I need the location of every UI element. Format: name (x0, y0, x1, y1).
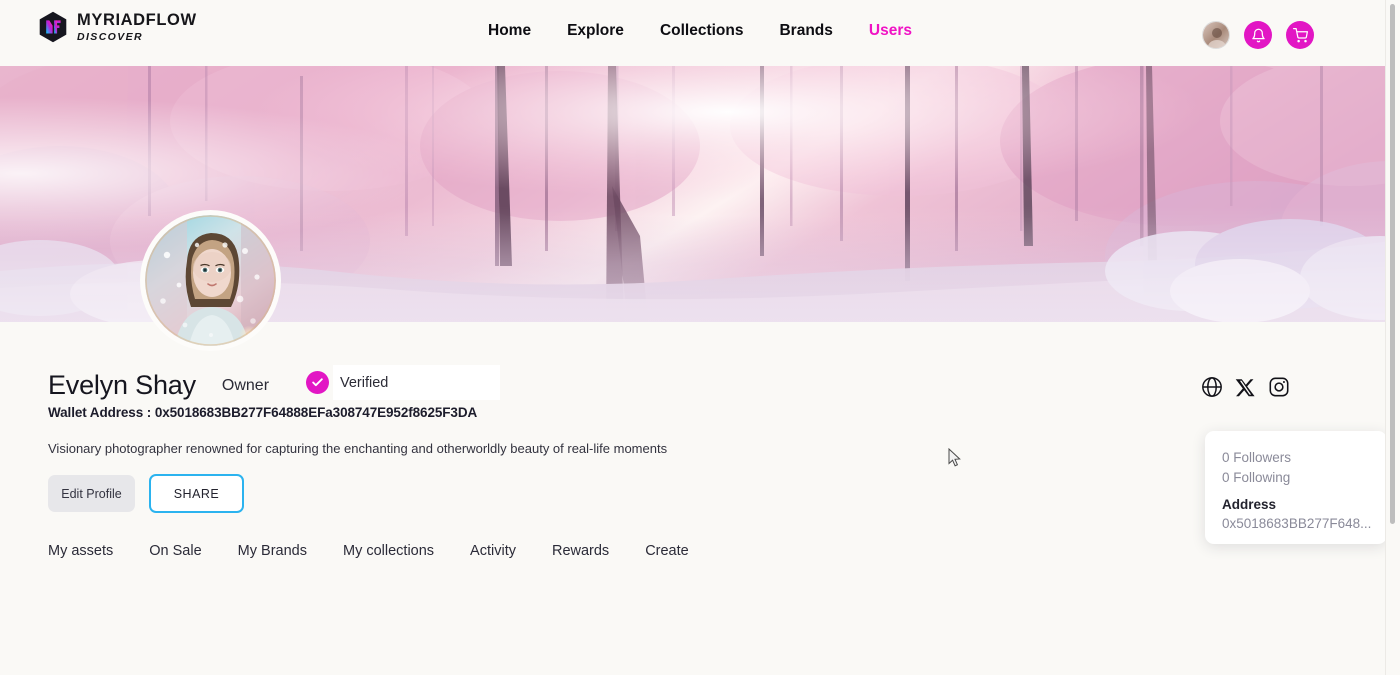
bell-icon (1251, 28, 1265, 42)
profile-role: Owner (221, 376, 270, 394)
tab-my-brands[interactable]: My Brands (238, 543, 307, 559)
instagram-icon[interactable] (1268, 376, 1290, 398)
mouse-cursor (948, 448, 961, 467)
profile-tabs: My assets On Sale My Brands My collectio… (48, 543, 689, 559)
x-twitter-icon[interactable] (1235, 377, 1256, 398)
tab-my-collections[interactable]: My collections (343, 543, 434, 559)
profile-avatar[interactable] (140, 210, 281, 351)
following-count: 0 Following (1222, 470, 1291, 485)
edit-profile-button[interactable]: Edit Profile (48, 475, 135, 512)
nav-item-explore[interactable]: Explore (567, 22, 624, 40)
cart-button[interactable] (1286, 21, 1314, 49)
check-icon (312, 378, 323, 387)
nav-item-users[interactable]: Users (869, 22, 912, 40)
tab-activity[interactable]: Activity (470, 543, 516, 559)
social-links (1201, 376, 1290, 398)
tab-create[interactable]: Create (645, 543, 689, 559)
page-scrollbar-thumb[interactable] (1390, 4, 1395, 524)
header-avatar[interactable] (1202, 21, 1230, 49)
nav-item-collections[interactable]: Collections (660, 22, 744, 40)
header-actions (1202, 21, 1314, 49)
evelyn-shay-portrait-image (145, 215, 276, 346)
tab-my-assets[interactable]: My assets (48, 543, 113, 559)
tab-rewards[interactable]: Rewards (552, 543, 609, 559)
cart-icon (1292, 27, 1308, 42)
address-value[interactable]: 0x5018683BB277F648... (1222, 514, 1387, 534)
followers-count: 0 Followers (1222, 450, 1292, 465)
verified-check-icon (306, 371, 329, 394)
site-header: MYRIADFLOW DISCOVER Home Explore Collect… (0, 0, 1400, 66)
verified-label: Verified (340, 374, 389, 391)
address-label: Address (1222, 497, 1277, 512)
tab-on-sale[interactable]: On Sale (149, 543, 201, 559)
profile-name-row: Evelyn Shay Owner (48, 370, 269, 401)
notifications-button[interactable] (1244, 21, 1272, 49)
avatar-image (1203, 22, 1229, 48)
nav-item-home[interactable]: Home (488, 22, 531, 40)
main-navigation: Home Explore Collections Brands Users (0, 22, 1400, 40)
profile-display-name: Evelyn Shay (48, 370, 196, 400)
nav-item-brands[interactable]: Brands (779, 22, 832, 40)
verified-status: Verified (306, 371, 388, 394)
website-globe-icon[interactable] (1201, 376, 1223, 398)
share-button[interactable]: SHARE (149, 474, 244, 513)
profile-avatar-image (145, 215, 276, 346)
profile-actions: Edit Profile SHARE (48, 474, 244, 513)
profile-bio: Visionary photographer renowned for capt… (48, 441, 668, 456)
wallet-address: Wallet Address : 0x5018683BB277F64888EFa… (48, 405, 478, 420)
profile-info-card: 0 Followers 0 Following Address 0x501868… (1205, 431, 1387, 544)
